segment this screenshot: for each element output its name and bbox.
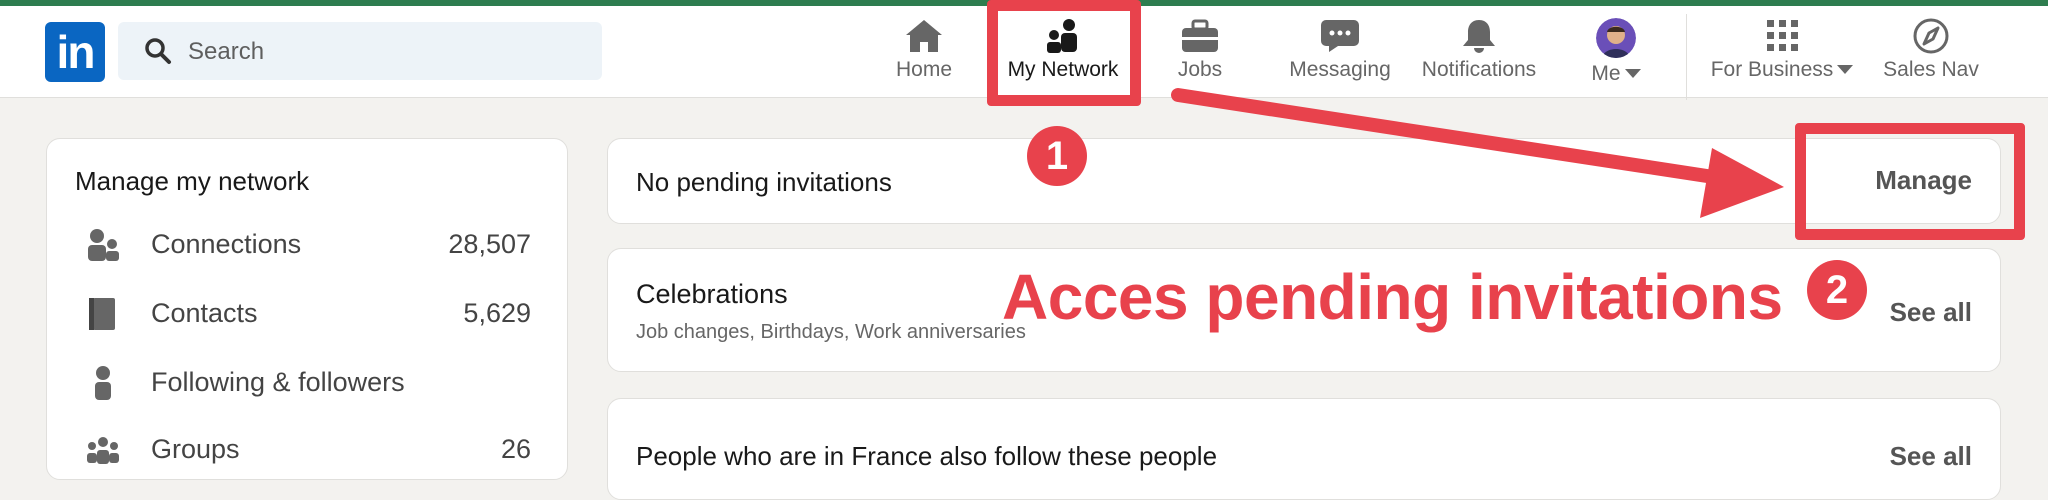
step-badge-2: 2 [1807,260,1867,320]
step-badge-1: 1 [1027,126,1087,186]
annotation-caption: Acces pending invitations [1002,261,1783,333]
annotation-arrow [1171,88,1784,218]
